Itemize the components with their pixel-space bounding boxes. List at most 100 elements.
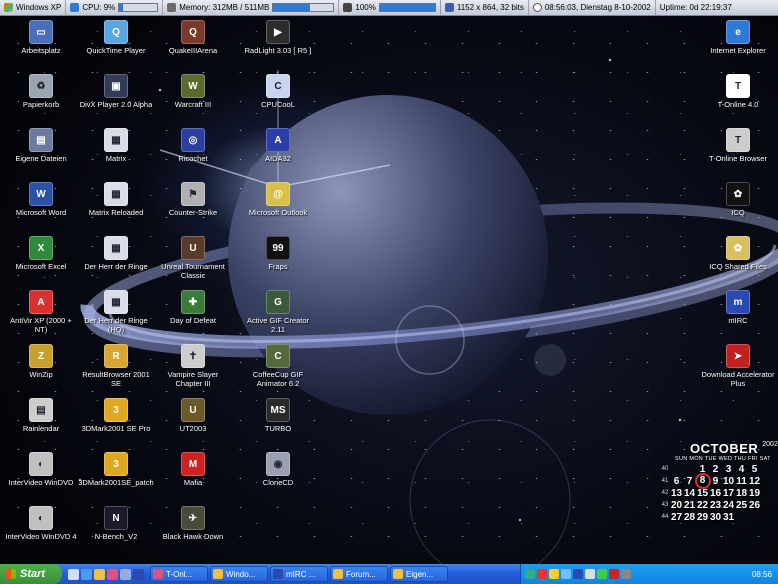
calendar-day[interactable]: [735, 511, 748, 523]
calendar-day[interactable]: 27: [670, 511, 683, 523]
desktop-shortcut[interactable]: ♻ Papierkorb: [3, 74, 79, 109]
desktop-shortcut[interactable]: ▦ Matrix: [78, 128, 154, 163]
calendar-day[interactable]: 22: [696, 499, 709, 511]
desktop-shortcut[interactable]: R ResultBrowser 2001 SE: [78, 344, 154, 388]
desktop-shortcut[interactable]: N N-Bench_V2: [78, 506, 154, 541]
quick-launch-t-online-icon[interactable]: [107, 568, 118, 580]
calendar-day[interactable]: 10: [722, 475, 735, 487]
calendar-day[interactable]: [748, 511, 761, 523]
calendar-day[interactable]: 23: [709, 499, 722, 511]
resolution-indicator[interactable]: 1152 x 864, 32 bits: [441, 0, 529, 15]
task-button[interactable]: mIRC ...: [270, 566, 328, 582]
calendar-day[interactable]: 5: [748, 463, 761, 475]
desktop-shortcut[interactable]: 3 3DMark2001 SE Pro: [78, 398, 154, 433]
desktop-shortcut[interactable]: ✝ Vampire Slayer Chapter III: [155, 344, 231, 388]
calendar-day[interactable]: 29: [696, 511, 709, 523]
desktop-shortcut[interactable]: ✿ ICQ: [700, 182, 776, 217]
desktop-shortcut[interactable]: U UT2003: [155, 398, 231, 433]
desktop-shortcut[interactable]: ✈ Black Hawk Down: [155, 506, 231, 541]
calendar-day[interactable]: 18: [735, 487, 748, 499]
calendar-day[interactable]: 24: [722, 499, 735, 511]
taskbar-clock[interactable]: 08:56: [752, 570, 772, 579]
calendar-day[interactable]: 26: [748, 499, 761, 511]
desktop-shortcut[interactable]: ◉ CloneCD: [240, 452, 316, 487]
tray-outlook-icon[interactable]: [549, 569, 559, 579]
desktop-shortcut[interactable]: Q QuakeIIIArena: [155, 20, 231, 55]
desktop-shortcut[interactable]: C CPUCooL: [240, 74, 316, 109]
tray-volume-icon[interactable]: [561, 569, 571, 579]
calendar-day[interactable]: 30: [709, 511, 722, 523]
quick-launch-folder-icon[interactable]: [94, 568, 105, 580]
calendar-day[interactable]: [683, 463, 696, 475]
calendar-day[interactable]: 12: [748, 475, 761, 487]
desktop-shortcut[interactable]: ➤ Download Accelerator Plus: [700, 344, 776, 388]
calendar-day[interactable]: 21: [683, 499, 696, 511]
calendar-day[interactable]: 11: [735, 475, 748, 487]
desktop-shortcut[interactable]: ▦ Matrix Reloaded: [78, 182, 154, 217]
calendar-day[interactable]: 25: [735, 499, 748, 511]
desktop-shortcut[interactable]: 99 Fraps: [240, 236, 316, 271]
desktop-shortcut[interactable]: MS TURBO: [240, 398, 316, 433]
calendar-day[interactable]: 16: [709, 487, 722, 499]
desktop-shortcut[interactable]: A AntiVir XP (2000 + NT): [3, 290, 79, 334]
calendar-day[interactable]: 2: [709, 463, 722, 475]
desktop-shortcut[interactable]: M Mafia: [155, 452, 231, 487]
desktop-shortcut[interactable]: T T-Online Browser: [700, 128, 776, 163]
desktop-shortcut[interactable]: G Active GIF Creator 2.11: [240, 290, 316, 334]
tray-display-icon[interactable]: [585, 569, 595, 579]
desktop-shortcut[interactable]: A AIDA32: [240, 128, 316, 163]
calendar-day[interactable]: 20: [670, 499, 683, 511]
desktop-shortcut[interactable]: ▤ Eigene Dateien: [3, 128, 79, 163]
cpu-monitor[interactable]: CPU: 9%: [66, 0, 164, 15]
tray-icq-icon[interactable]: [597, 569, 607, 579]
calendar-day[interactable]: 3: [722, 463, 735, 475]
calendar-day[interactable]: 6: [670, 475, 683, 487]
desktop-shortcut[interactable]: ▶ RadLight 3.03 [ R5 ]: [240, 20, 316, 55]
desktop-shortcut[interactable]: U Unreal Tournament Classic: [155, 236, 231, 280]
calendar-day[interactable]: 17: [722, 487, 735, 499]
calendar-day[interactable]: 14: [683, 487, 696, 499]
desktop-shortcut[interactable]: @ Microsoft Outlook: [240, 182, 316, 217]
desktop-shortcut[interactable]: ⚑ Counter-Strike: [155, 182, 231, 217]
quick-launch-desktop-icon[interactable]: [68, 568, 79, 580]
desktop-shortcut[interactable]: ✿ ICQ Shared Files: [700, 236, 776, 271]
desktop-shortcut[interactable]: ▣ DivX Player 2.0 Alpha: [78, 74, 154, 109]
quick-launch-mirc-icon[interactable]: [133, 568, 144, 580]
calendar-day[interactable]: 8: [694, 473, 711, 489]
calendar-day[interactable]: 13: [670, 487, 683, 499]
start-button[interactable]: Start: [0, 564, 62, 584]
task-button[interactable]: T-Onl...: [150, 566, 208, 582]
task-button[interactable]: Eigen...: [390, 566, 448, 582]
tray-antivir-icon[interactable]: [537, 569, 547, 579]
desktop-shortcut[interactable]: ▦ Der Herr der Ringe (HQ): [78, 290, 154, 334]
desktop-shortcut[interactable]: W Warcraft III: [155, 74, 231, 109]
calendar-day[interactable]: [670, 463, 683, 475]
task-button[interactable]: Windo...: [210, 566, 268, 582]
desktop-shortcut[interactable]: ▦ Der Herr der Ringe: [78, 236, 154, 271]
desktop-shortcut[interactable]: ✚ Day of Defeat: [155, 290, 231, 325]
desktop-shortcut[interactable]: C CoffeeCup GIF Animator 6.2: [240, 344, 316, 388]
calendar-day[interactable]: 4: [735, 463, 748, 475]
task-button[interactable]: Forum...: [330, 566, 388, 582]
datetime-indicator[interactable]: 08:56:03, Dienstag 8-10-2002: [529, 0, 656, 15]
desktop-shortcut[interactable]: m mIRC: [700, 290, 776, 325]
desktop-shortcut[interactable]: ◐ InterVideo WinDVD: [3, 452, 79, 487]
desktop-shortcut[interactable]: T T-Online 4.0: [700, 74, 776, 109]
volume-monitor[interactable]: 100%: [339, 0, 441, 15]
calendar-day[interactable]: 9: [709, 475, 722, 487]
desktop-shortcut[interactable]: ◐ InterVideo WinDVD 4: [3, 506, 79, 541]
calendar-day[interactable]: 31: [722, 511, 735, 523]
calendar-day[interactable]: 28: [683, 511, 696, 523]
tray-cpu-icon[interactable]: [621, 569, 631, 579]
desktop-shortcut[interactable]: Q QuickTime Player: [78, 20, 154, 55]
desktop-shortcut[interactable]: ▭ Arbeitsplatz: [3, 20, 79, 55]
quick-launch-ie-icon[interactable]: [81, 568, 92, 580]
desktop-shortcut[interactable]: ▤ Rainlendar: [3, 398, 79, 433]
desktop-shortcut[interactable]: e Internet Explorer: [700, 20, 776, 55]
desktop-shortcut[interactable]: W Microsoft Word: [3, 182, 79, 217]
tray-mirc-icon[interactable]: [573, 569, 583, 579]
tray-network-icon[interactable]: [525, 569, 535, 579]
os-indicator[interactable]: Windows XP: [0, 0, 67, 15]
desktop-shortcut[interactable]: Z WinZip: [3, 344, 79, 379]
rainlendar-calendar[interactable]: OCTOBER 2002 SUN MON TUE WED THU FRI SAT …: [660, 441, 778, 523]
